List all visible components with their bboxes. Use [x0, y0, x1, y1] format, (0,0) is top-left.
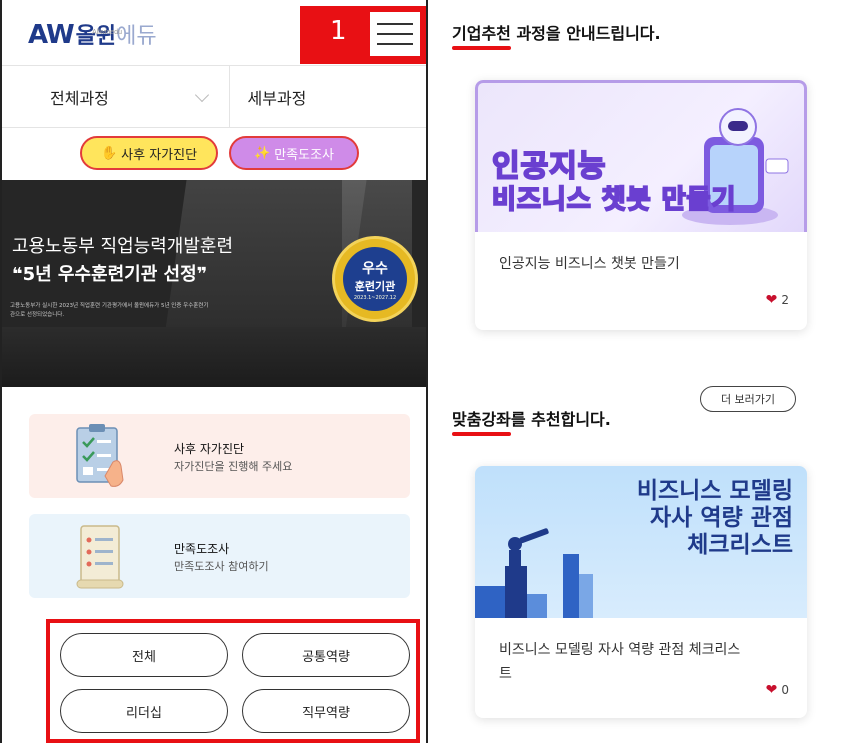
city-illustration	[475, 528, 593, 618]
hamburger-menu-button[interactable]	[370, 12, 420, 56]
like-count-value: 0	[781, 683, 789, 697]
badge-line2: 훈련기관	[354, 279, 396, 293]
section-title-company-rest: 과정을 안내드립니다.	[510, 24, 661, 43]
banner-line1: 고용노동부 직업능력개발훈련	[12, 236, 234, 257]
logo-name-rest: 에듀	[116, 24, 157, 49]
logo-subtitle: Allwinedu	[92, 29, 122, 36]
satisfaction-survey-card[interactable]: 만족도조사 만족도조사 참여하기	[29, 514, 410, 598]
like-count[interactable]: ❤ 2	[766, 292, 789, 308]
sparkle-icon: ✨	[254, 145, 271, 161]
banner-line2: ❝5년 우수훈련기관 선정❞	[12, 264, 208, 285]
hand-icon: ✋	[100, 145, 118, 161]
category-common-competency-button[interactable]: 공통역량	[242, 633, 410, 677]
menu-highlight-box: 1	[300, 6, 426, 64]
category-highlight-box: 전체 공통역량 리더십 직무역량	[46, 619, 420, 743]
promo-banner[interactable]: 고용노동부 직업능력개발훈련 ❝5년 우수훈련기관 선정❞ 고용노동부가 실시한…	[2, 180, 426, 387]
like-count[interactable]: ❤ 0	[766, 682, 789, 698]
section-title-company-highlight: 기업추천	[452, 24, 511, 43]
chevron-down-icon	[194, 87, 210, 103]
thumbnail-line2: 자사 역량 관점	[650, 505, 793, 531]
site-header: AW 올윈 에듀 Allwinedu 1	[2, 0, 426, 66]
badge-line1: 우수	[362, 260, 388, 277]
checklist-icon	[76, 424, 124, 487]
see-more-button[interactable]: 더 보러가기	[700, 386, 796, 412]
section-title-custom-rest: 를 추천합니다.	[510, 410, 611, 429]
badge-inner: 우수 훈련기관 2023.1~2027.12	[343, 247, 407, 311]
course-name: 인공지능 비즈니스 챗봇 만들기	[499, 256, 680, 272]
course-thumbnail: 인공지능 비즈니스 챗봇 만들기	[475, 80, 807, 232]
course-card-ai-chatbot[interactable]: 인공지능 비즈니스 챗봇 만들기 인공지능 비즈니스 챗봇 만들기 ❤ 2	[475, 80, 807, 330]
hamburger-icon	[377, 33, 413, 35]
self-diagnosis-title: 사후 자가진단	[174, 442, 245, 456]
heart-icon: ❤	[765, 292, 778, 308]
mobile-home-panel: AW 올윈 에듀 Allwinedu 1 전체과정 세부과정 ✋ 사후 자가진단	[0, 0, 428, 743]
satisfaction-survey-pill[interactable]: ✨ 만족도조사	[229, 136, 359, 170]
thumbnail-line1: 비즈니스 모델링	[636, 478, 793, 504]
heart-icon: ❤	[765, 682, 778, 698]
course-card-business-modeling[interactable]: 비즈니스 모델링 자사 역량 관점 체크리스트 비즈니스 모델링 자사 역량 관…	[475, 466, 807, 718]
course-thumbnail: 비즈니스 모델링 자사 역량 관점 체크리스트	[475, 466, 807, 618]
scroll-icon	[76, 525, 124, 589]
section-title-company: 기업추천 과정을 안내드립니다.	[452, 20, 661, 44]
category-leadership-button[interactable]: 리더십	[60, 689, 228, 733]
logo-mark: AW	[28, 20, 75, 50]
detail-select[interactable]: 세부과정	[230, 66, 427, 127]
excellence-badge: 우수 훈련기관 2023.1~2027.12	[332, 236, 418, 322]
course-select[interactable]: 전체과정	[2, 66, 230, 127]
section-title-custom: 맞춤강좌를 추천합니다.	[452, 406, 611, 430]
annotation-number: 1	[330, 16, 347, 46]
stage-floor	[2, 327, 426, 387]
thumbnail-line2: 비즈니스 챗봇 만들기	[491, 184, 737, 216]
thumbnail-line3: 체크리스트	[687, 532, 793, 558]
satisfaction-survey-pill-label: 만족도조사	[274, 147, 334, 163]
hamburger-icon	[377, 23, 413, 25]
detail-select-value: 세부과정	[247, 88, 307, 108]
banner-small-text: 고용노동부가 실시한 2023년 직업훈련 기관평가에서 올윈에듀가 5년 인증…	[10, 303, 209, 318]
category-job-competency-button[interactable]: 직무역량	[242, 689, 410, 733]
self-diagnosis-pill-label: 사후 자가진단	[121, 147, 198, 163]
badge-line3: 2023.1~2027.12	[353, 294, 397, 301]
self-diagnosis-subtitle: 자가진단을 진행해 주세요	[174, 460, 293, 473]
hamburger-icon	[377, 43, 413, 45]
course-select-value: 전체과정	[50, 88, 109, 108]
recommendation-panel: 기업추천 과정을 안내드립니다. 인공지능 비즈니스 챗봇 만들기 인공지능 비…	[430, 0, 846, 743]
quick-pill-row: ✋ 사후 자가진단 ✨ 만족도조사	[2, 128, 426, 180]
section-title-custom-highlight: 맞춤강좌	[452, 410, 511, 429]
self-diagnosis-pill[interactable]: ✋ 사후 자가진단	[80, 136, 218, 170]
like-count-value: 2	[781, 293, 789, 307]
category-all-button[interactable]: 전체	[60, 633, 228, 677]
self-diagnosis-card[interactable]: 사후 자가진단 자가진단을 진행해 주세요	[29, 414, 410, 498]
filter-bar: 전체과정 세부과정	[2, 66, 426, 128]
satisfaction-survey-subtitle: 만족도조사 참여하기	[174, 560, 269, 573]
satisfaction-survey-title: 만족도조사	[174, 542, 230, 556]
course-name: 비즈니스 모델링 자사 역량 관점 체크리스트	[499, 642, 741, 682]
